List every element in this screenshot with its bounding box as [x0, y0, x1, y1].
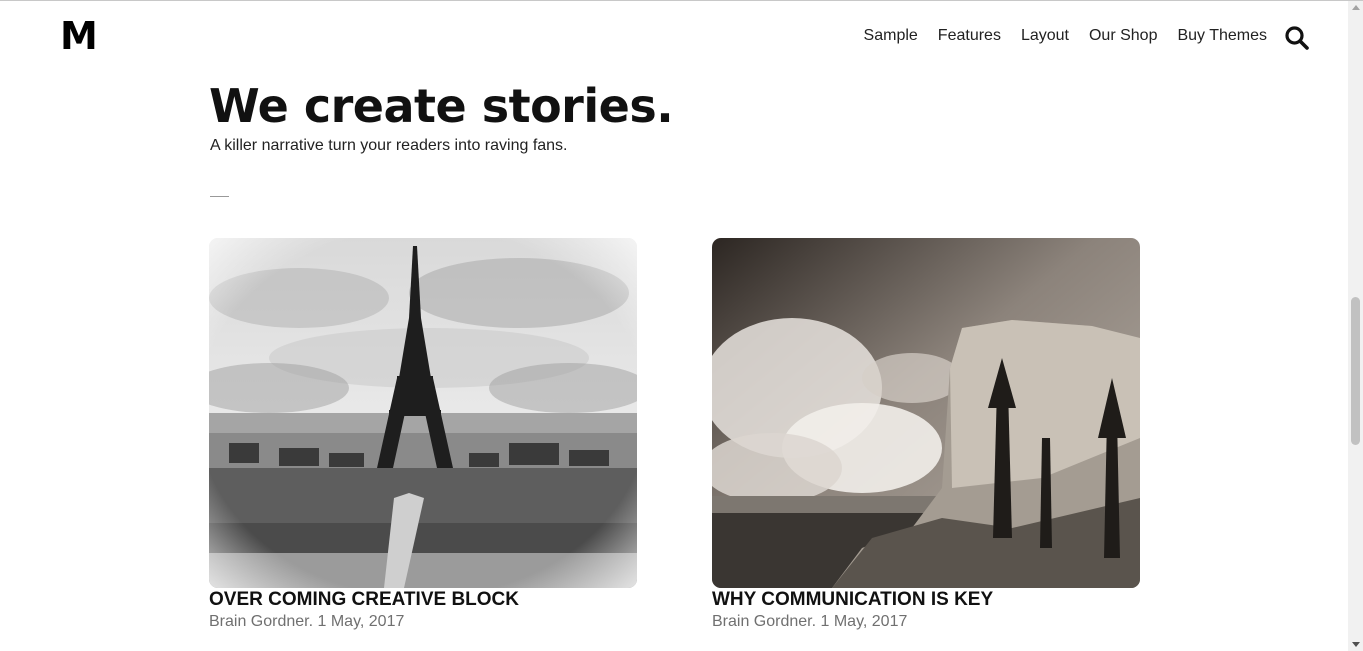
- post-image-cliff-landscape[interactable]: [712, 238, 1140, 588]
- post-meta: Brain Gordner. 1 May, 2017: [712, 613, 908, 630]
- page-subtitle: A killer narrative turn your readers int…: [210, 137, 568, 154]
- page-title: We create stories.: [209, 79, 674, 133]
- search-button[interactable]: [1284, 25, 1312, 51]
- divider: [210, 196, 229, 197]
- post-title[interactable]: OVER COMING CREATIVE BLOCK: [209, 589, 639, 611]
- post-meta: Brain Gordner. 1 May, 2017: [209, 613, 405, 630]
- nav-item-our-shop[interactable]: Our Shop: [1089, 25, 1157, 47]
- site-logo[interactable]: M: [60, 15, 98, 57]
- scrollbar-thumb[interactable]: [1351, 297, 1360, 445]
- scroll-up-arrow-icon[interactable]: [1352, 5, 1360, 10]
- nav-item-layout[interactable]: Layout: [1021, 25, 1069, 47]
- post-title[interactable]: WHY COMMUNICATION IS KEY: [712, 589, 1142, 611]
- nav-item-buy-themes[interactable]: Buy Themes: [1177, 25, 1267, 47]
- main-nav: Sample Features Layout Our Shop Buy Them…: [844, 25, 1267, 47]
- nav-item-sample[interactable]: Sample: [864, 25, 918, 47]
- post-card: WHY COMMUNICATION IS KEY Brain Gordner. …: [712, 238, 1142, 632]
- post-card: OVER COMING CREATIVE BLOCK Brain Gordner…: [209, 238, 639, 632]
- post-image-eiffel-tower[interactable]: [209, 238, 637, 588]
- search-icon: [1285, 26, 1309, 50]
- nav-item-features[interactable]: Features: [938, 25, 1001, 47]
- scroll-down-arrow-icon[interactable]: [1352, 642, 1360, 647]
- vertical-scrollbar[interactable]: [1348, 1, 1363, 651]
